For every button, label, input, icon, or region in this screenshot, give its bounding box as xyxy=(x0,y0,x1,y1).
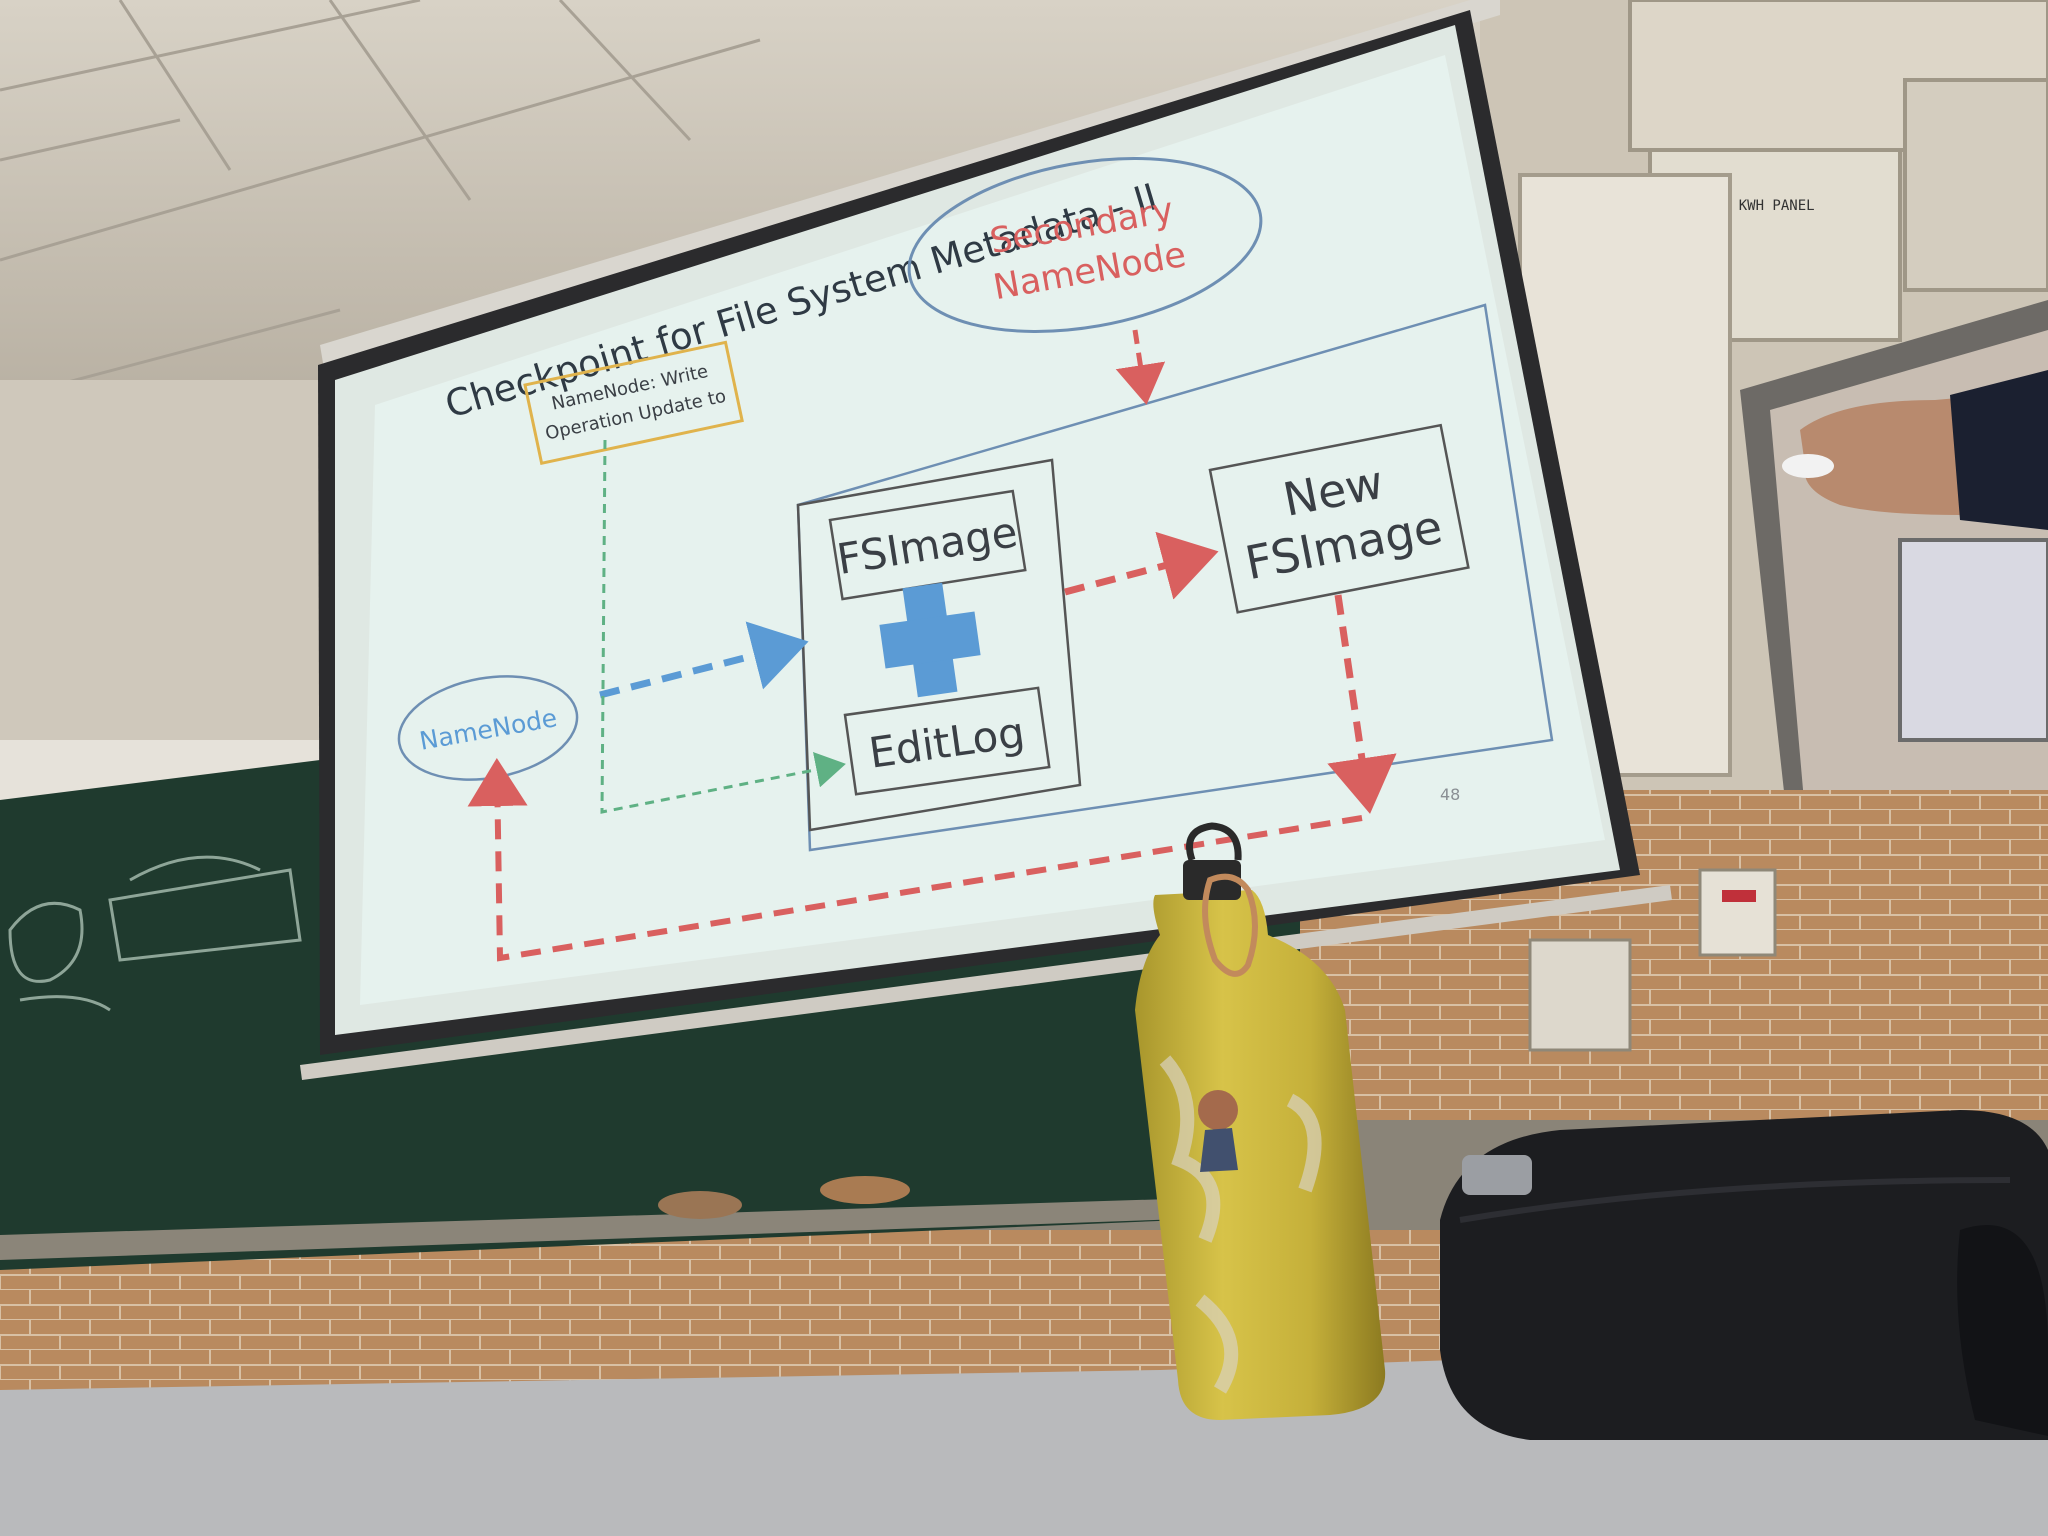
sticker-head xyxy=(1198,1090,1238,1130)
wall-sockets xyxy=(1528,938,1632,1052)
page-number: 48 xyxy=(1440,785,1460,804)
remote-control xyxy=(1782,454,1834,478)
red-led-display xyxy=(1722,890,1756,902)
eraser-right xyxy=(820,1176,910,1204)
eraser-left xyxy=(658,1191,742,1219)
classroom-scene: 103 KWH PANEL Checkpoint for File System… xyxy=(0,0,2048,1536)
wall-clock-display xyxy=(1698,868,1777,957)
black-bag xyxy=(1440,1110,2048,1440)
door-window xyxy=(1898,538,2048,742)
sticker-body xyxy=(1200,1128,1238,1172)
bag-buckle xyxy=(1462,1155,1532,1195)
presenter-sleeve xyxy=(1950,370,2048,530)
air-vent-box xyxy=(1903,78,2048,292)
